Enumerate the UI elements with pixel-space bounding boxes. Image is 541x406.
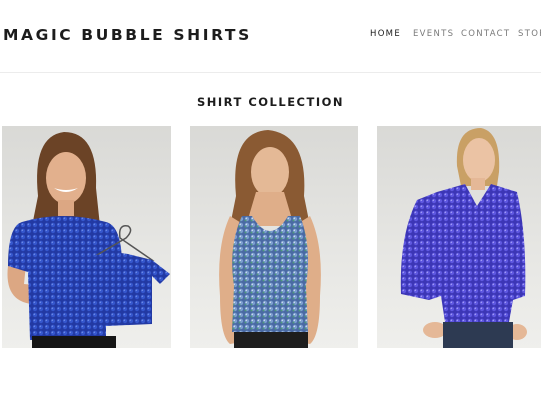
nav-store[interactable]: STOR: [518, 29, 541, 39]
product-card-2[interactable]: [190, 126, 358, 348]
product-card-3[interactable]: [377, 126, 541, 348]
product-image-1: [7, 132, 170, 348]
product-card-1[interactable]: [2, 126, 171, 348]
main-nav: HOME EVENTS CONTACT STOR: [0, 29, 541, 43]
nav-events[interactable]: EVENTS: [413, 29, 454, 39]
nav-home[interactable]: HOME: [370, 29, 401, 39]
nav-contact[interactable]: CONTACT: [461, 29, 510, 39]
product-image-3: [400, 128, 527, 348]
section-title: SHIRT COLLECTION: [196, 95, 345, 109]
product-image-2: [219, 130, 321, 348]
site-header: MAGIC BUBBLE SHIRTS HOME EVENTS CONTACT …: [0, 0, 541, 72]
header-divider: [0, 72, 541, 73]
